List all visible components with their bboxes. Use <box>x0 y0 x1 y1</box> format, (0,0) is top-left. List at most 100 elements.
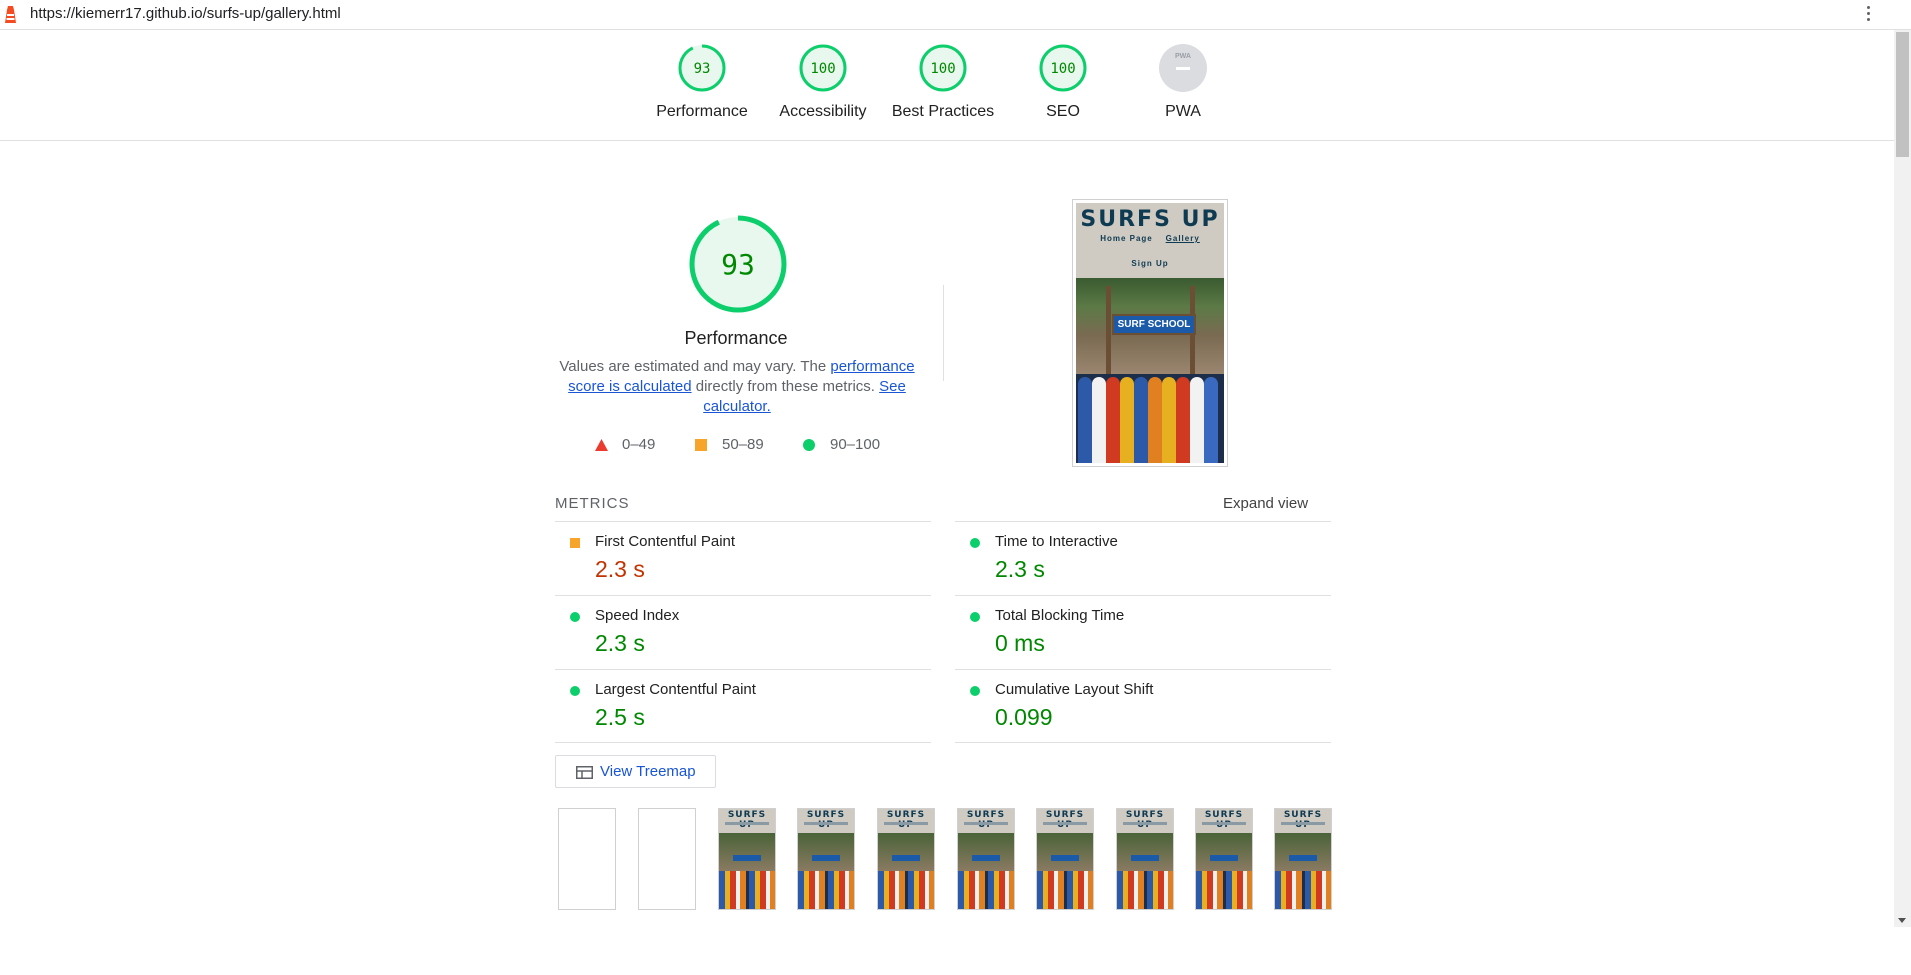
scores-header: 93 Performance 100 Accessibility 100 Bes… <box>0 30 1894 141</box>
metric-speed-index: Speed Index 2.3 s <box>555 595 931 670</box>
surfboard <box>1204 377 1218 463</box>
triangle-icon <box>595 439 608 451</box>
square-icon <box>570 538 580 548</box>
filmstrip-frame: SURFS UP <box>718 808 776 910</box>
metric-name: Total Blocking Time <box>995 607 1125 624</box>
lighthouse-icon <box>5 6 16 23</box>
filmstrip-frame: SURFS UP <box>957 808 1015 910</box>
frame-title: SURFS UP <box>1125 810 1165 830</box>
frame-title: SURFS UP <box>727 810 767 830</box>
surfboard <box>1148 377 1162 463</box>
expand-view-toggle[interactable]: Expand view <box>1223 495 1308 512</box>
gauge-label: Performance <box>656 103 748 120</box>
surfboard <box>1106 377 1120 463</box>
more-options-icon[interactable] <box>1862 4 1874 24</box>
pwa-badge-icon: PWA <box>1159 44 1207 92</box>
frame-title: SURFS UP <box>806 810 846 830</box>
surfboard <box>1120 377 1134 463</box>
surfboard <box>1190 377 1204 463</box>
site-title: SURFS UP <box>1080 207 1220 232</box>
svg-text:PWA: PWA <box>1175 53 1191 60</box>
gauge-label: SEO <box>1046 103 1080 120</box>
svg-text:100: 100 <box>810 61 835 77</box>
gauge-label: Best Practices <box>891 103 995 120</box>
filmstrip-frame <box>638 808 696 910</box>
filmstrip-frame: SURFS UP <box>1274 808 1332 910</box>
surfboard <box>1078 377 1092 463</box>
svg-text:100: 100 <box>930 61 955 77</box>
svg-text:93: 93 <box>694 61 711 77</box>
desc-text: directly from these metrics. <box>691 378 880 395</box>
circle-icon <box>970 612 980 622</box>
legend-range: 50–89 <box>722 436 764 453</box>
divider <box>555 742 931 743</box>
metric-value: 2.5 s <box>595 704 645 730</box>
desc-text: Values are estimated and may vary. The <box>559 358 831 375</box>
treemap-icon <box>576 766 593 779</box>
circle-icon <box>570 686 580 696</box>
filmstrip-frame: SURFS UP <box>1116 808 1174 910</box>
page-url: https://kiemerr17.github.io/surfs-up/gal… <box>30 5 341 22</box>
gauge-pwa[interactable]: PWA PWA <box>1123 43 1243 121</box>
accessibility-gauge-icon: 100 <box>799 44 847 92</box>
filmstrip-frame: SURFS UP <box>877 808 935 910</box>
gauge-best-practices[interactable]: 100 Best Practices <box>883 43 1003 121</box>
scroll-down-arrow-icon[interactable] <box>1898 918 1906 923</box>
metric-name: Largest Contentful Paint <box>595 681 756 698</box>
site-nav-gallery: Gallery <box>1165 234 1200 243</box>
performance-score-gauge: 93 <box>689 215 787 313</box>
site-nav-home: Home Page <box>1100 234 1153 243</box>
svg-text:93: 93 <box>721 248 755 281</box>
vertical-scrollbar[interactable] <box>1894 30 1911 927</box>
surfboard <box>1162 377 1176 463</box>
performance-description: Values are estimated and may vary. The p… <box>554 357 920 417</box>
view-treemap-button[interactable]: View Treemap <box>555 755 716 788</box>
legend-range: 90–100 <box>830 436 881 453</box>
filmstrip-frame: SURFS UP <box>1195 808 1253 910</box>
metric-value: 0.099 <box>995 704 1053 730</box>
frame-title: SURFS UP <box>1283 810 1323 830</box>
circle-icon <box>803 439 815 451</box>
photo-post <box>1106 286 1111 374</box>
surfboard <box>1176 377 1190 463</box>
site-nav-signup: Sign Up <box>1131 259 1169 268</box>
gauge-performance[interactable]: 93 Performance <box>642 43 762 121</box>
frame-title: SURFS UP <box>1045 810 1085 830</box>
surf-school-photo: SURF SCHOOL <box>1076 278 1224 374</box>
metric-value: 0 ms <box>995 630 1045 656</box>
performance-gauge-icon: 93 <box>678 44 726 92</box>
site-header: SURFS UP Home Page Gallery Sign Up <box>1076 203 1224 278</box>
circle-icon <box>970 538 980 548</box>
metrics-title: METRICS <box>555 495 630 512</box>
treemap-label: View Treemap <box>600 763 696 780</box>
metric-value: 2.3 s <box>595 630 645 656</box>
metric-name: Cumulative Layout Shift <box>995 681 1154 698</box>
filmstrip-frame: SURFS UP <box>797 808 855 910</box>
metric-name: Time to Interactive <box>995 533 1118 550</box>
surfboard <box>1092 377 1106 463</box>
filmstrip-frame <box>558 808 616 910</box>
scrollbar-thumb[interactable] <box>1896 32 1909 157</box>
gauge-seo[interactable]: 100 SEO <box>1003 43 1123 121</box>
divider <box>943 285 944 381</box>
filmstrip-frame: SURFS UP <box>1036 808 1094 910</box>
gauge-accessibility[interactable]: 100 Accessibility <box>763 43 883 121</box>
circle-icon <box>570 612 580 622</box>
divider <box>955 742 1331 743</box>
metric-value: 2.3 s <box>995 556 1045 582</box>
frame-title: SURFS UP <box>966 810 1006 830</box>
metric-time-to-interactive: Time to Interactive 2.3 s <box>955 521 1331 596</box>
gauge-label: Accessibility <box>779 103 867 120</box>
frame-title: SURFS UP <box>886 810 926 830</box>
svg-text:100: 100 <box>1050 61 1075 77</box>
frame-title: SURFS UP <box>1204 810 1244 830</box>
surf-school-sign: SURF SCHOOL <box>1112 314 1196 335</box>
metric-first-contentful-paint: First Contentful Paint 2.3 s <box>555 521 931 596</box>
legend-range: 0–49 <box>622 436 656 453</box>
performance-title: Performance <box>684 328 788 348</box>
metric-value: 2.3 s <box>595 556 645 582</box>
metric-name: First Contentful Paint <box>595 533 736 550</box>
url-bar: https://kiemerr17.github.io/surfs-up/gal… <box>0 0 1911 30</box>
final-screenshot[interactable]: SURFS UP Home Page Gallery Sign Up SURF … <box>1072 199 1228 467</box>
metric-name: Speed Index <box>595 607 680 624</box>
